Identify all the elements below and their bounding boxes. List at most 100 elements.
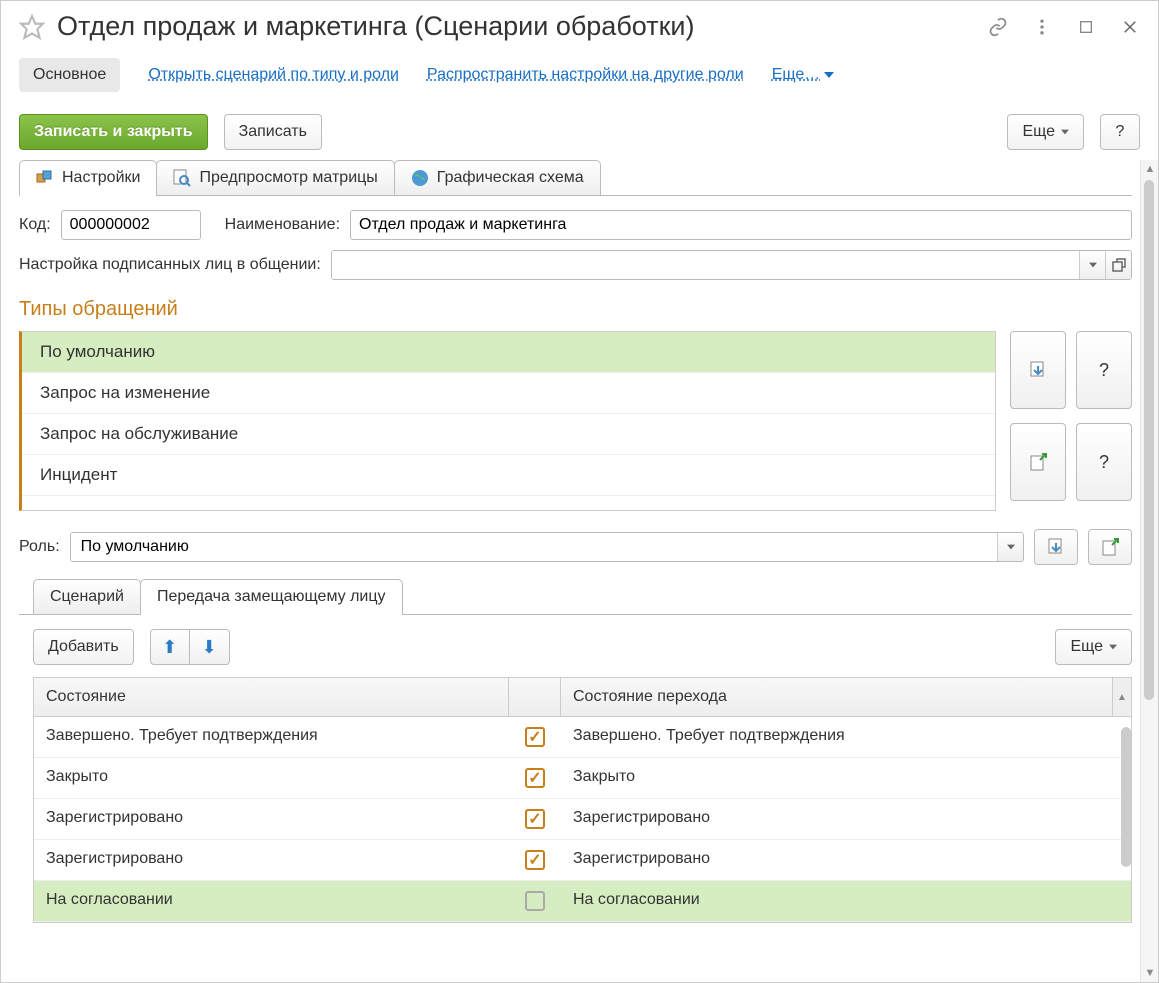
- checkbox-icon[interactable]: ✓: [525, 727, 545, 747]
- cell-state: Зарегистрировано: [34, 840, 509, 880]
- move-buttons: ⬆ ⬇: [150, 629, 230, 665]
- table-row[interactable]: Зарегистрировано✓Зарегистрировано: [34, 799, 1131, 840]
- favorite-star-icon[interactable]: [19, 14, 45, 40]
- tab-preview[interactable]: Предпросмотр матрицы: [156, 160, 394, 195]
- table-scrollbar-thumb[interactable]: [1121, 727, 1131, 867]
- signers-input[interactable]: [332, 251, 1079, 279]
- checkbox-icon[interactable]: ✓: [525, 809, 545, 829]
- name-input[interactable]: [350, 210, 1132, 240]
- col-state[interactable]: Состояние: [34, 678, 509, 716]
- types-help-button-1[interactable]: ?: [1076, 331, 1132, 409]
- cell-target: Завершено. Требует подтверждения: [561, 717, 1131, 757]
- table-row[interactable]: Зарегистрировано ✓ Зарегистрировано: [34, 840, 1131, 881]
- signers-dropdown-button[interactable]: [1079, 251, 1105, 279]
- main-scrollbar[interactable]: ▲ ▼: [1140, 160, 1158, 982]
- more-button[interactable]: Еще: [1007, 114, 1084, 150]
- code-name-row: Код: Наименование:: [19, 196, 1132, 250]
- role-input[interactable]: [71, 533, 997, 561]
- types-buttons: ? ?: [1010, 331, 1132, 511]
- code-label: Код:: [19, 216, 51, 234]
- move-down-button[interactable]: ⬇: [190, 629, 230, 665]
- types-row-service[interactable]: Запрос на обслуживание: [22, 414, 995, 455]
- cell-check[interactable]: [509, 881, 561, 921]
- states-table: Состояние Состояние перехода ▲ Завершено…: [33, 677, 1132, 923]
- subtabs: Сценарий Передача замещающему лицу: [19, 579, 1132, 615]
- checkbox-icon[interactable]: ✓: [525, 768, 545, 788]
- types-row-default[interactable]: По умолчанию: [22, 332, 995, 373]
- cell-state: Завершено. Требует подтверждения: [34, 717, 509, 757]
- types-empty-row: [22, 496, 995, 510]
- col-target[interactable]: Состояние перехода: [561, 678, 1113, 716]
- arrow-up-icon: ⬆: [162, 637, 177, 658]
- table-row[interactable]: На согласовании На согласовании: [34, 881, 1131, 922]
- code-input[interactable]: [61, 210, 201, 240]
- role-label: Роль:: [19, 538, 60, 556]
- types-help-button-2[interactable]: ?: [1076, 423, 1132, 501]
- nav-open-scenario[interactable]: Открыть сценарий по типу и роли: [148, 66, 399, 84]
- main-tabs: Настройки Предпросмотр матрицы Графическ…: [19, 160, 1132, 196]
- tab-graphic[interactable]: Графическая схема: [394, 160, 601, 195]
- types-import-button[interactable]: [1010, 331, 1066, 409]
- nav-main[interactable]: Основное: [19, 58, 120, 92]
- nav-more[interactable]: Еще…: [772, 66, 835, 84]
- checkbox-icon[interactable]: [525, 891, 545, 911]
- role-export-button[interactable]: [1088, 529, 1132, 565]
- role-select: [70, 532, 1024, 562]
- arrow-down-icon: ⬇: [202, 637, 217, 658]
- cell-state: Закрыто: [34, 758, 509, 798]
- col-check[interactable]: [509, 678, 561, 716]
- signers-row: Настройка подписанных лиц в общении:: [19, 250, 1132, 292]
- help-button[interactable]: ?: [1100, 114, 1140, 150]
- cell-target: Закрыто: [561, 758, 1131, 798]
- table-scroll-up-icon[interactable]: ▲: [1113, 678, 1131, 716]
- subtoolbar-more-button[interactable]: Еще: [1055, 629, 1132, 665]
- role-row: Роль:: [19, 511, 1132, 579]
- tab-preview-label: Предпросмотр матрицы: [199, 169, 377, 187]
- cell-state: Зарегистрировано: [34, 799, 509, 839]
- kebab-menu-icon[interactable]: [1032, 17, 1052, 37]
- tab-settings[interactable]: Настройки: [19, 160, 157, 195]
- add-button[interactable]: Добавить: [33, 629, 134, 665]
- move-up-button[interactable]: ⬆: [150, 629, 190, 665]
- navbar: Основное Открыть сценарий по типу и роли…: [1, 50, 1158, 100]
- close-icon[interactable]: [1120, 17, 1140, 37]
- cell-target: Зарегистрировано: [561, 840, 1131, 880]
- preview-magnifier-icon: [173, 169, 191, 187]
- titlebar: Отдел продаж и маркетинга (Сценарии обра…: [1, 1, 1158, 50]
- window-title: Отдел продаж и маркетинга (Сценарии обра…: [57, 11, 976, 42]
- types-area: По умолчанию Запрос на изменение Запрос …: [19, 331, 1132, 511]
- save-button[interactable]: Записать: [224, 114, 322, 150]
- checkbox-icon[interactable]: ✓: [525, 850, 545, 870]
- cell-check[interactable]: ✓: [509, 717, 561, 757]
- cell-state: На согласовании: [34, 881, 509, 921]
- role-import-button[interactable]: [1034, 529, 1078, 565]
- cell-check[interactable]: ✓: [509, 840, 561, 880]
- cell-target: На согласовании: [561, 881, 1131, 921]
- window: Отдел продаж и маркетинга (Сценарии обра…: [0, 0, 1159, 983]
- main-toolbar: Записать и закрыть Записать Еще ?: [1, 100, 1158, 160]
- signers-open-button[interactable]: [1105, 251, 1131, 279]
- cell-check[interactable]: ✓: [509, 799, 561, 839]
- scroll-down-icon[interactable]: ▼: [1141, 964, 1158, 982]
- globe-icon: [411, 169, 429, 187]
- scrollbar-thumb[interactable]: [1144, 180, 1154, 700]
- table-row[interactable]: Закрыто ✓ Закрыто: [34, 758, 1131, 799]
- maximize-icon[interactable]: [1076, 17, 1096, 37]
- types-list: По умолчанию Запрос на изменение Запрос …: [19, 331, 996, 511]
- link-icon[interactable]: [988, 17, 1008, 37]
- nav-distribute-settings[interactable]: Распространить настройки на другие роли: [427, 66, 744, 84]
- cell-check[interactable]: ✓: [509, 758, 561, 798]
- subtab-scenario[interactable]: Сценарий: [33, 579, 141, 614]
- role-dropdown-button[interactable]: [997, 533, 1023, 561]
- scroll-up-icon[interactable]: ▲: [1141, 160, 1158, 178]
- types-export-button[interactable]: [1010, 423, 1066, 501]
- name-label: Наименование:: [225, 216, 340, 234]
- types-row-change[interactable]: Запрос на изменение: [22, 373, 995, 414]
- table-body: Завершено. Требует подтверждения ✓ Заверше…: [34, 717, 1131, 922]
- tab-graphic-label: Графическая схема: [437, 169, 584, 187]
- table-row[interactable]: Завершено. Требует подтверждения ✓ Заверше…: [34, 717, 1131, 758]
- save-close-button[interactable]: Записать и закрыть: [19, 114, 208, 150]
- table-header: Состояние Состояние перехода ▲: [34, 678, 1131, 717]
- subtab-transfer[interactable]: Передача замещающему лицу: [140, 579, 403, 614]
- types-row-incident[interactable]: Инцидент: [22, 455, 995, 496]
